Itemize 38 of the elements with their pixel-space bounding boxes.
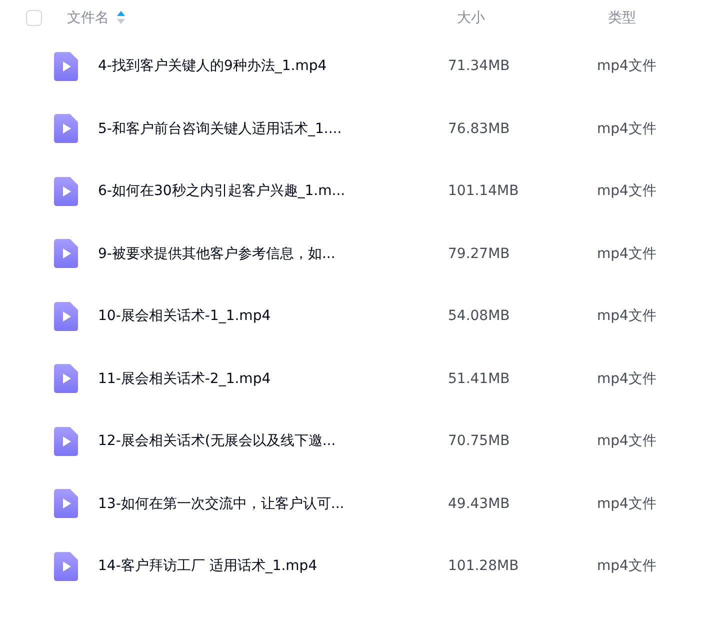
file-name[interactable]: 12-展会相关话术(无展会以及线下邀...	[98, 432, 448, 450]
file-type: mp4文件	[597, 494, 656, 513]
select-all-checkbox[interactable]	[26, 10, 42, 26]
file-type: mp4文件	[597, 557, 656, 576]
file-name[interactable]: 14-客户拜访工厂 适用话术_1.mp4	[98, 557, 448, 576]
file-name[interactable]: 13-如何在第一次交流中，让客户认可...	[98, 494, 448, 513]
file-name[interactable]: 11-展会相关话术-2_1.mp4	[98, 370, 448, 388]
file-size: 70.75MB	[448, 433, 511, 450]
file-type: mp4文件	[597, 307, 656, 326]
file-size: 54.08MB	[448, 308, 511, 324]
file-type: mp4文件	[597, 120, 656, 138]
file-type: mp4文件	[597, 57, 656, 76]
file-name[interactable]: 4-找到客户关键人的9种办法_1.mp4	[98, 57, 448, 76]
video-file-icon	[54, 302, 78, 331]
file-size: 101.14MB	[448, 183, 520, 200]
sort-icon[interactable]	[117, 11, 125, 24]
file-size: 49.43MB	[448, 496, 511, 512]
video-file-icon	[54, 364, 78, 394]
file-name[interactable]: 5-和客户前台咨询关键人适用话术_1....	[98, 120, 448, 138]
file-size: 79.27MB	[448, 246, 511, 262]
file-size: 71.34MB	[448, 58, 511, 74]
file-size: 101.28MB	[448, 558, 520, 574]
file-size: 76.83MB	[448, 120, 511, 137]
video-file-icon	[54, 489, 78, 518]
video-file-icon	[54, 239, 78, 268]
file-type: mp4文件	[597, 182, 656, 200]
file-name[interactable]: 10-展会相关话术-1_1.mp4	[98, 307, 448, 326]
video-file-icon	[54, 114, 78, 144]
video-file-icon	[54, 176, 78, 206]
file-type: mp4文件	[597, 432, 656, 450]
video-file-icon	[54, 426, 78, 456]
video-file-icon	[54, 552, 78, 581]
file-size: 51.41MB	[448, 370, 511, 387]
file-name[interactable]: 9-被要求提供其他客户参考信息，如...	[98, 244, 448, 263]
video-file-icon	[54, 52, 78, 81]
file-type: mp4文件	[597, 370, 656, 388]
file-type: mp4文件	[597, 244, 656, 263]
file-name[interactable]: 6-如何在30秒之内引起客户兴趣_1.m...	[98, 182, 448, 200]
